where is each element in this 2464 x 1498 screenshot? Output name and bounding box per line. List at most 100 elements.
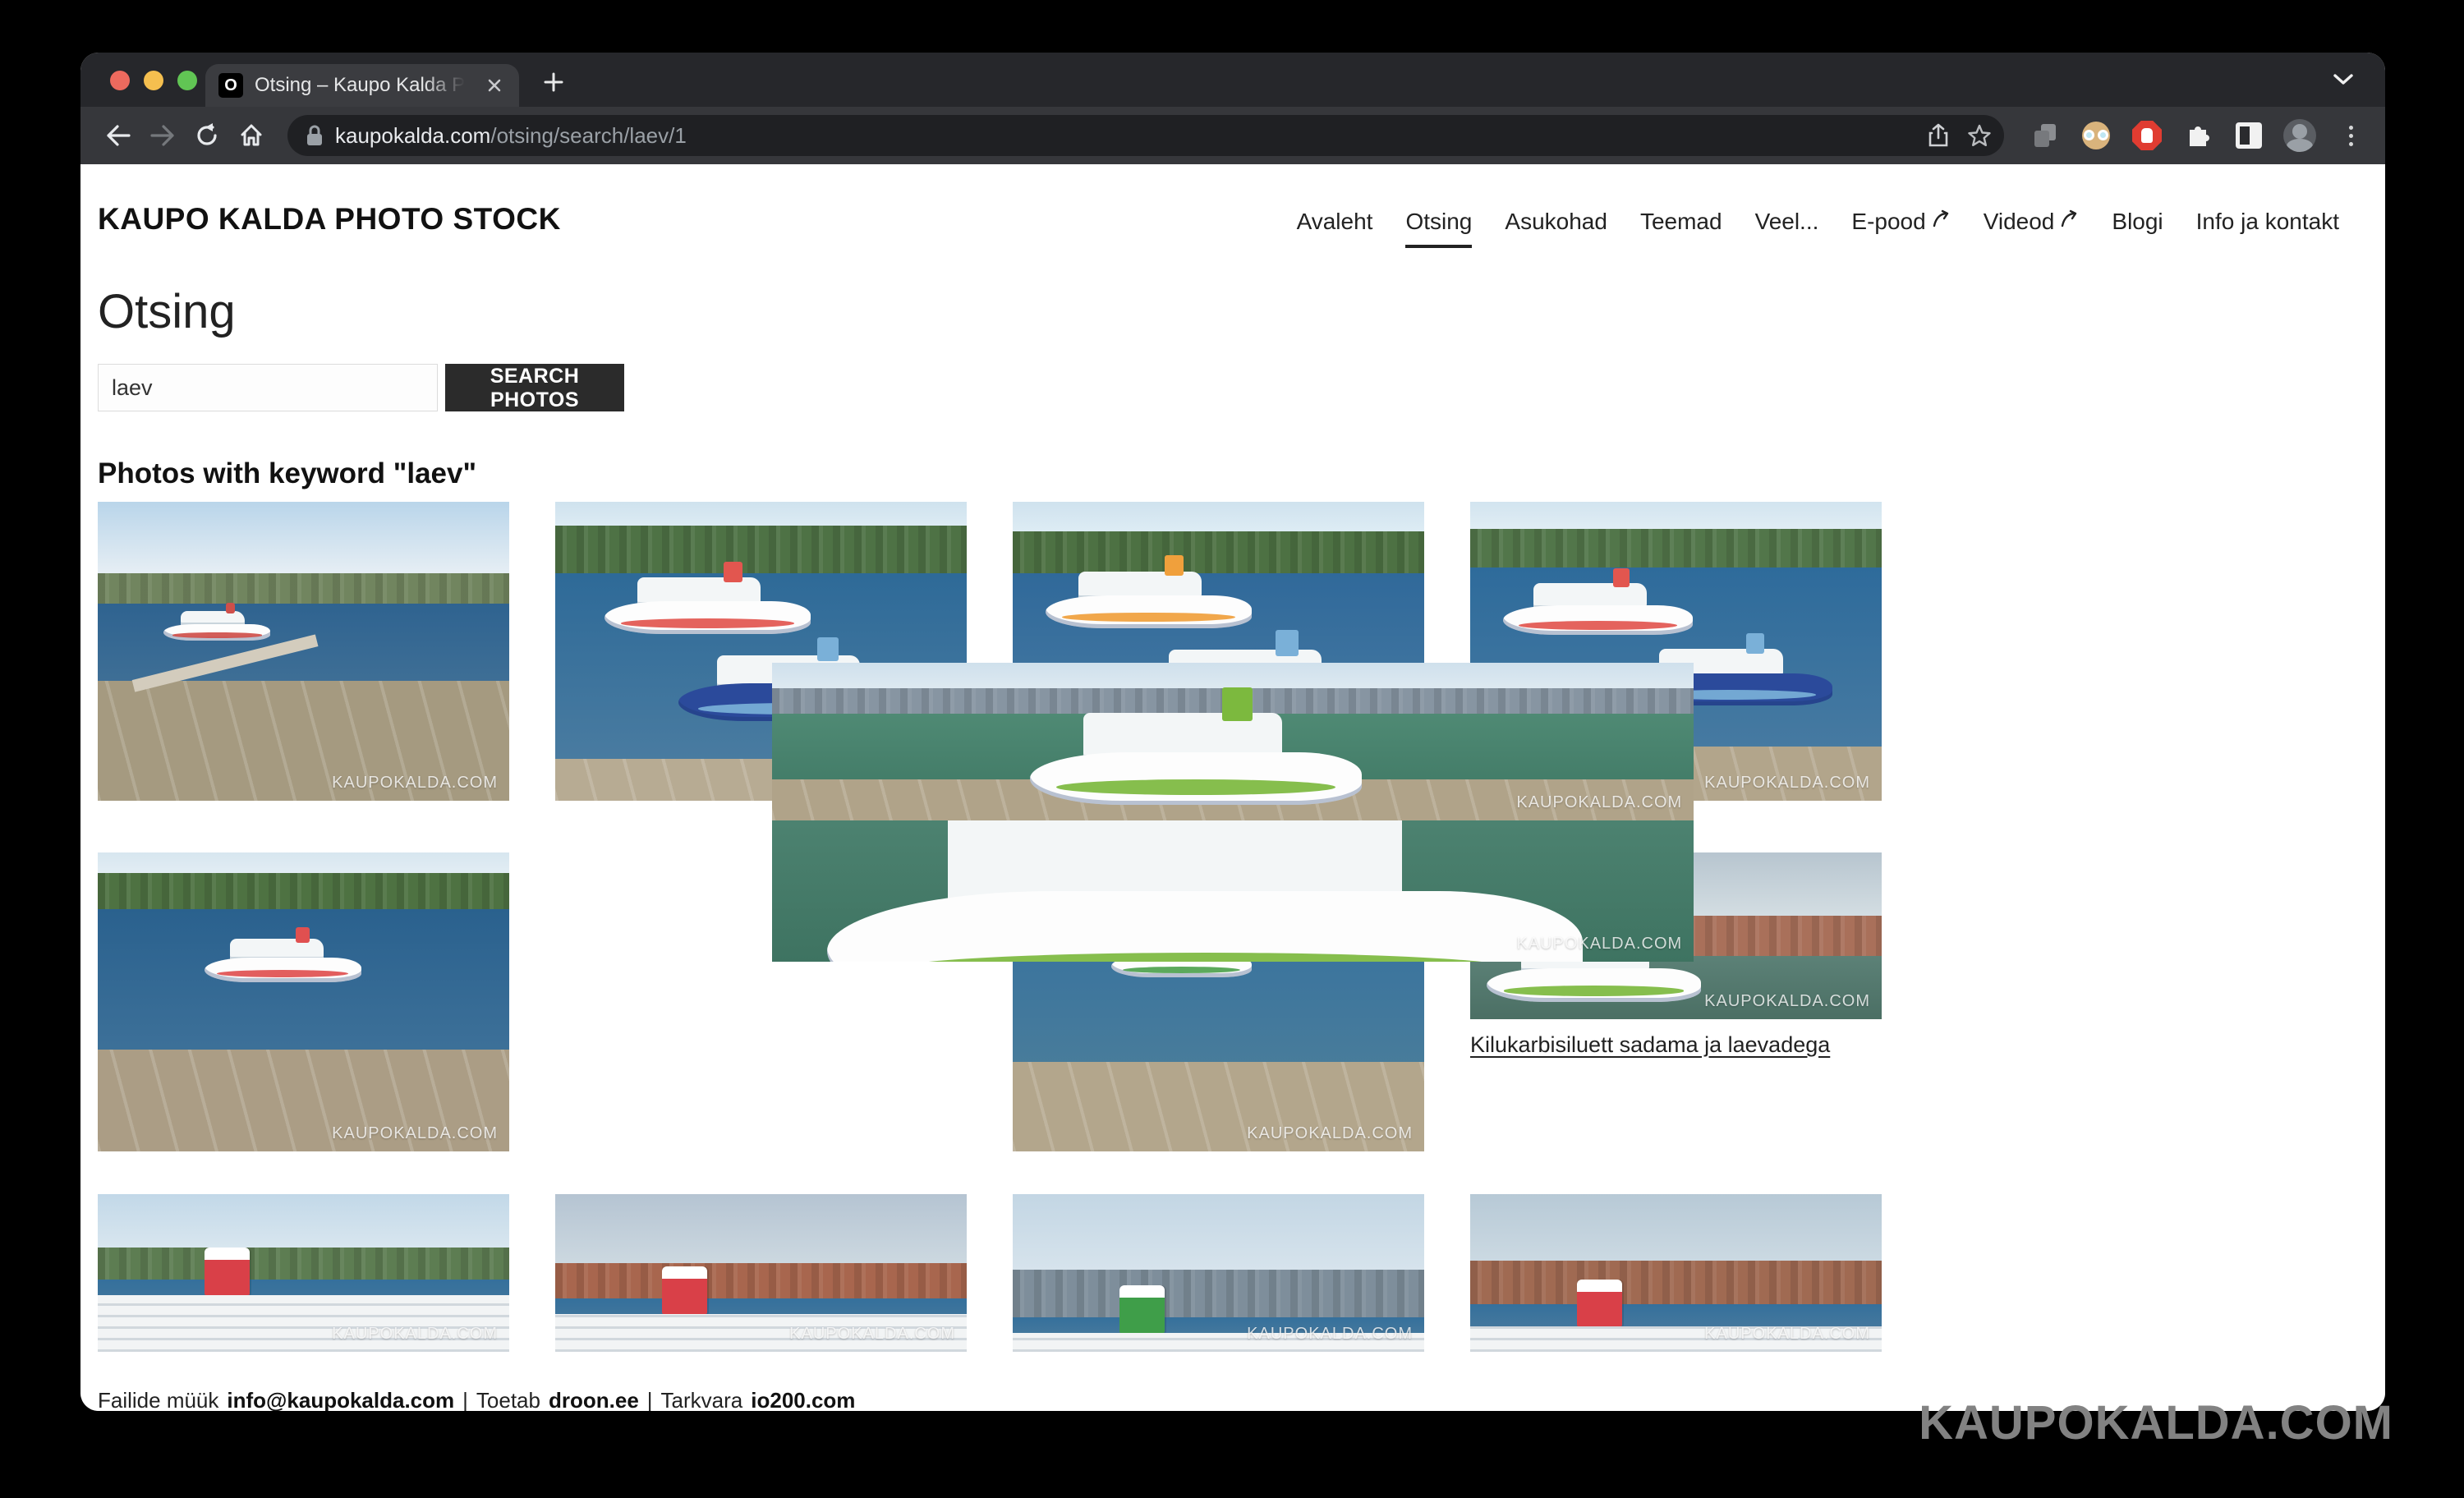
- photo-sky-area: [98, 502, 509, 573]
- photo-watermark: KAUPOKALDA.COM: [1704, 774, 1870, 793]
- back-icon[interactable]: [99, 116, 138, 155]
- photo-watermark: KAUPOKALDA.COM: [1516, 935, 1682, 953]
- photo-ship-shape: [605, 573, 811, 634]
- reload-icon[interactable]: [187, 116, 227, 155]
- photo-watermark: KAUPOKALDA.COM: [332, 1325, 498, 1344]
- footer-separator: |: [647, 1388, 653, 1411]
- zoom-window-button[interactable]: [177, 71, 197, 90]
- emoji-extension-icon[interactable]: [2080, 119, 2112, 152]
- photo-thumbnail[interactable]: KAUPOKALDA.COM: [1470, 1194, 1882, 1352]
- photo-sky-area: [98, 852, 509, 873]
- extensions-puzzle-icon[interactable]: [2181, 119, 2214, 152]
- footer-sales-label: Failide müük: [98, 1388, 218, 1411]
- photo-thumbnail[interactable]: KAUPOKALDA.COM: [1013, 1194, 1424, 1352]
- site-title: KAUPO KALDA PHOTO STOCK: [98, 202, 561, 237]
- nav-item-label: Blogi: [2112, 209, 2163, 235]
- photo-watermark: KAUPOKALDA.COM: [1247, 1325, 1413, 1344]
- nav-item-veel[interactable]: Veel...: [1755, 209, 1819, 245]
- photo-watermark: KAUPOKALDA.COM: [1704, 1325, 1870, 1344]
- nav-item-label: Avaleht: [1297, 209, 1373, 235]
- nav-item-avaleht[interactable]: Avaleht: [1297, 209, 1373, 245]
- search-form: SEARCH PHOTOS: [98, 364, 2339, 411]
- photo-watermark: KAUPOKALDA.COM: [1704, 992, 1870, 1011]
- nav-item-label: Asukohad: [1505, 209, 1607, 235]
- photo-sky-area: [98, 1194, 509, 1248]
- photo-ship-funnel: [1577, 1280, 1622, 1327]
- profile-avatar[interactable]: [2283, 119, 2316, 152]
- photo-cell: KAUPOKALDA.COM: [1013, 1194, 1424, 1352]
- photo-watermark: KAUPOKALDA.COM: [332, 774, 498, 793]
- new-tab-button[interactable]: [537, 66, 570, 99]
- search-input[interactable]: [98, 364, 438, 411]
- footer-droon-link[interactable]: droon.ee: [549, 1388, 639, 1411]
- external-link-arrow-icon: [2061, 209, 2079, 229]
- address-bar-actions: [1922, 119, 1996, 152]
- bookmark-star-icon[interactable]: [1963, 119, 1996, 152]
- tab-close-icon[interactable]: [483, 74, 506, 97]
- footer-io200-link[interactable]: io200.com: [751, 1388, 855, 1411]
- browser-tab[interactable]: O Otsing – Kaupo Kalda Photo St: [205, 64, 519, 107]
- photo-thumbnail[interactable]: KAUPOKALDA.COM: [555, 1194, 967, 1352]
- photo-thumbnail[interactable]: KAUPOKALDA.COM: [98, 852, 509, 1151]
- main-navigation: Avaleht Otsing Asukohad Teemad Veel... E-pood…: [1297, 209, 2339, 248]
- photo-thumbnail[interactable]: KAUPOKALDA.COM: [772, 663, 1694, 820]
- url-path: /otsing/search/laev/1: [490, 123, 686, 148]
- search-photos-button[interactable]: SEARCH PHOTOS: [445, 364, 624, 411]
- photo-grid-row-2: KAUPOKALDA.COM KAUPOKALDA.COM KAUPOKALDA.C…: [98, 852, 2339, 1151]
- close-window-button[interactable]: [110, 71, 130, 90]
- tab-search-chevron-icon[interactable]: [2329, 67, 2357, 92]
- forward-icon[interactable]: [143, 116, 182, 155]
- nav-item-blogi[interactable]: Blogi: [2112, 209, 2163, 245]
- nav-item-label: Info ja kontakt: [2196, 209, 2339, 235]
- photo-sky-area: [555, 502, 967, 526]
- screenshot-watermark: KAUPOKALDA.COM: [1919, 1395, 2393, 1450]
- adblock-icon[interactable]: [2131, 119, 2163, 152]
- browser-window: O Otsing – Kaupo Kalda Photo St: [80, 53, 2385, 1411]
- nav-item-teemad[interactable]: Teemad: [1640, 209, 1722, 245]
- photo-ship-shape: [163, 609, 270, 641]
- nav-item-asukohad[interactable]: Asukohad: [1505, 209, 1607, 245]
- footer-support-label: Toetab: [476, 1388, 540, 1411]
- photo-ship-shape: [1030, 707, 1362, 805]
- photo-ship-funnel: [1119, 1285, 1165, 1333]
- photo-cell: KAUPOKALDA.COM: [98, 502, 509, 801]
- browser-toolbar: kaupokalda.com/otsing/search/laev/1: [80, 107, 2385, 164]
- reader-panel-icon[interactable]: [2232, 119, 2265, 152]
- photo-sky-area: [1470, 1194, 1882, 1261]
- nav-item-otsing[interactable]: Otsing: [1405, 209, 1472, 248]
- footer-email-link[interactable]: info@kaupokalda.com: [227, 1388, 454, 1411]
- tab-strip: O Otsing – Kaupo Kalda Photo St: [80, 53, 2385, 107]
- photo-land-area: [1470, 1261, 1882, 1305]
- photo-caption-link[interactable]: Kilukarbisiluett sadama ja laevadega: [1470, 1032, 1830, 1058]
- photo-thumbnail[interactable]: KAUPOKALDA.COM: [98, 502, 509, 801]
- site-header: KAUPO KALDA PHOTO STOCK Avaleht Otsing Asu…: [98, 202, 2339, 248]
- photo-ship-shape: [205, 936, 361, 982]
- nav-item-e-pood[interactable]: E-pood: [1851, 209, 1950, 245]
- nav-item-label: Videod: [1984, 209, 2055, 235]
- photo-land-area: [98, 573, 509, 603]
- tab-copy-icon[interactable]: [2029, 119, 2062, 152]
- photo-cell: KAUPOKALDA.COM: [98, 1194, 509, 1352]
- footer-software-label: Tarkvara: [661, 1388, 743, 1411]
- nav-item-info-ja-kontakt[interactable]: Info ja kontakt: [2196, 209, 2339, 245]
- tab-favicon: O: [218, 73, 243, 98]
- photo-ship-shape: [1046, 567, 1252, 628]
- photo-land-area: [555, 1263, 967, 1298]
- photo-thumbnail[interactable]: KAUPOKALDA.COM: [98, 1194, 509, 1352]
- nav-item-videod[interactable]: Videod: [1984, 209, 2080, 245]
- address-bar[interactable]: kaupokalda.com/otsing/search/laev/1: [287, 115, 2004, 156]
- home-icon[interactable]: [232, 116, 271, 155]
- browser-menu-icon[interactable]: [2334, 119, 2367, 152]
- window-controls: [110, 71, 197, 90]
- photo-watermark: KAUPOKALDA.COM: [332, 1124, 498, 1143]
- share-icon[interactable]: [1922, 119, 1955, 152]
- photo-cell: KAUPOKALDA.COM: [555, 1194, 967, 1352]
- photo-ship-shape: [1503, 580, 1692, 636]
- tab-title: Otsing – Kaupo Kalda Photo St: [255, 74, 471, 97]
- photo-cell: KAUPOKALDA.COM: [1470, 1194, 1882, 1352]
- minimize-window-button[interactable]: [144, 71, 163, 90]
- photo-watermark: KAUPOKALDA.COM: [1247, 1124, 1413, 1143]
- photo-ship-funnel: [205, 1248, 250, 1295]
- lock-icon[interactable]: [306, 124, 324, 147]
- nav-item-label: E-pood: [1851, 209, 1925, 235]
